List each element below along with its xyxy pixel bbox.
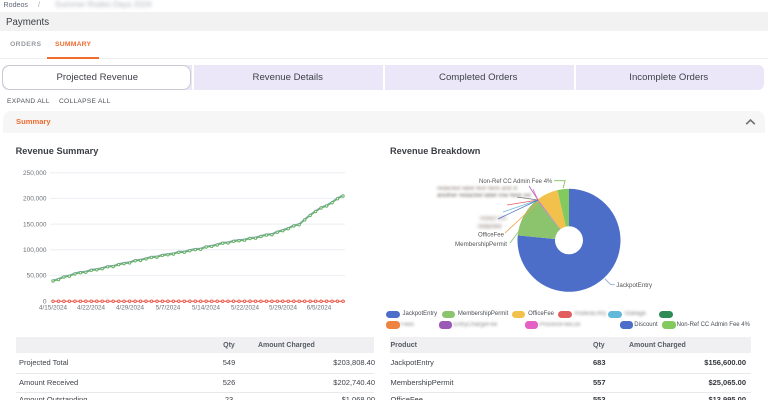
svg-text:50,000: 50,000 [27, 273, 47, 280]
svg-text:JackpotEntry: JackpotEntry [616, 282, 653, 289]
svg-text:4/22/2024: 4/22/2024 [77, 305, 106, 312]
svg-text:5/22/2024: 5/22/2024 [231, 305, 260, 312]
svg-text:150,000: 150,000 [23, 221, 47, 228]
svg-text:6/5/2024: 6/5/2024 [307, 305, 332, 312]
svg-text:5/14/2024: 5/14/2024 [192, 305, 221, 312]
svg-text:5/29/2024: 5/29/2024 [269, 305, 298, 312]
svg-text:5/7/2024: 5/7/2024 [156, 305, 181, 312]
svg-text:4/29/2024: 4/29/2024 [116, 305, 145, 312]
svg-text:Non-Ref CC Admin Fee 4%: Non-Ref CC Admin Fee 4% [479, 179, 553, 185]
svg-text:250,000: 250,000 [23, 170, 47, 177]
svg-text:4/15/2024: 4/15/2024 [39, 305, 68, 312]
svg-text:MembershipPermit: MembershipPermit [455, 241, 507, 248]
svg-text:100,000: 100,000 [23, 247, 47, 254]
svg-text:OfficeFee: OfficeFee [478, 233, 505, 239]
svg-text:200,000: 200,000 [23, 196, 47, 203]
